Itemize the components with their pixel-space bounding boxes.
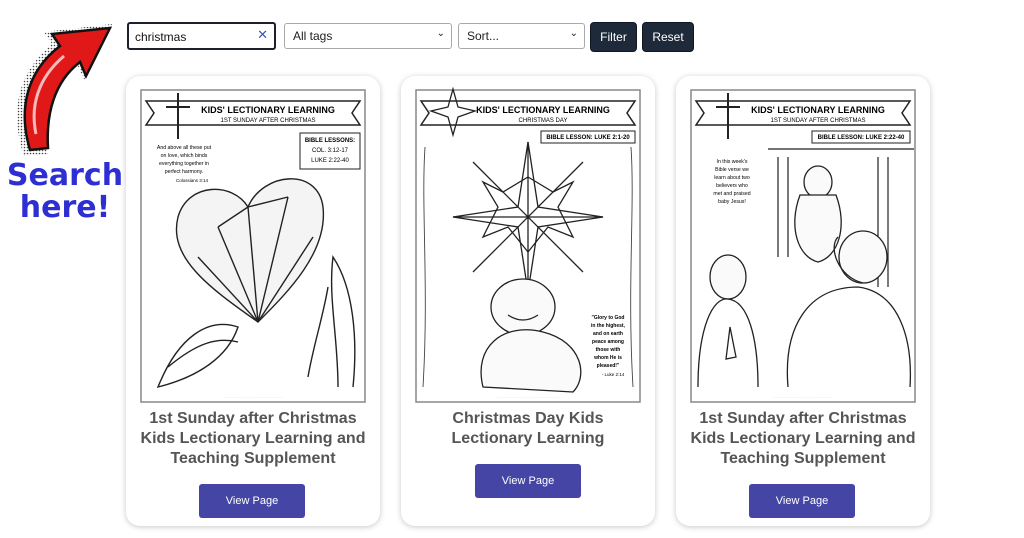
svg-text:. . . . . . . . . . . . . . .: . . . . . . . . . . . . . . . . . . . . … — [773, 395, 834, 399]
verse-line: peace among — [592, 339, 624, 345]
banner-subtitle: CHRISTMAS DAY — [519, 118, 568, 124]
verse-line: on love, which binds — [161, 153, 208, 159]
card-title-line: Teaching Supplement — [720, 450, 886, 467]
coloring-page-thumbnail[interactable]: KIDS' LECTIONARY LEARNING 1ST SUNDAY AFT… — [688, 87, 918, 405]
sort-select[interactable]: Sort... ⌄ — [458, 23, 585, 49]
verse-line: "Glory to God — [592, 315, 625, 321]
sort-select-value: Sort... — [467, 29, 500, 43]
resource-card: KIDS' LECTIONARY LEARNING 1ST SUNDAY AFT… — [126, 76, 380, 526]
resource-card: KIDS' LECTIONARY LEARNING CHRISTMAS DAY … — [401, 76, 655, 526]
search-box[interactable]: ✕ — [127, 22, 276, 50]
filter-button[interactable]: Filter — [590, 22, 637, 52]
verse-line: believers who — [716, 183, 748, 189]
coloring-page-thumbnail[interactable]: KIDS' LECTIONARY LEARNING CHRISTMAS DAY … — [413, 87, 643, 405]
verse-line: In this week's — [717, 159, 748, 165]
verse-line: Bible verse we — [715, 167, 749, 173]
view-page-button[interactable]: View Page — [199, 484, 305, 518]
chevron-down-icon: ⌄ — [569, 28, 578, 39]
lesson-header: BIBLE LESSON: LUKE 2:1-20 — [546, 135, 630, 141]
search-here-annotation: Search here! — [6, 160, 124, 224]
banner-subtitle: 1ST SUNDAY AFTER CHRISTMAS — [770, 118, 865, 124]
annotation-line-1: Search — [6, 158, 124, 193]
card-title-line: Kids Lectionary Learning and — [690, 430, 916, 447]
banner-title: KIDS' LECTIONARY LEARNING — [201, 105, 335, 115]
view-page-button[interactable]: View Page — [475, 464, 581, 498]
verse-line: pleased!" — [597, 363, 620, 369]
banner-title: KIDS' LECTIONARY LEARNING — [751, 105, 885, 115]
verse-line: perfect harmony. — [165, 169, 204, 175]
card-title[interactable]: 1st Sunday after Christmas Kids Lectiona… — [132, 409, 374, 469]
card-title-line: Christmas Day Kids — [452, 410, 604, 427]
coloring-page-thumbnail[interactable]: KIDS' LECTIONARY LEARNING 1ST SUNDAY AFT… — [138, 87, 368, 405]
card-title[interactable]: Christmas Day Kids Lectionary Learning — [407, 409, 649, 449]
reset-button[interactable]: Reset — [642, 22, 694, 52]
annotation-line-2: here! — [19, 190, 111, 225]
tags-select-value: All tags — [293, 29, 333, 43]
verse-line: those with — [596, 347, 621, 353]
verse-ref: Colossians 3:14 — [176, 178, 209, 183]
card-title-line: Teaching Supplement — [170, 450, 336, 467]
search-input[interactable] — [133, 27, 259, 47]
tags-select[interactable]: All tags ⌄ — [284, 23, 452, 49]
verse-line: learn about two — [714, 175, 750, 181]
card-title-line: Lectionary Learning — [451, 430, 605, 447]
view-page-button[interactable]: View Page — [749, 484, 855, 518]
card-title-line: 1st Sunday after Christmas — [149, 410, 357, 427]
verse-line: met and praised — [713, 191, 750, 197]
card-title-line: Kids Lectionary Learning and — [140, 430, 366, 447]
svg-text:. . . . . . . . . . . . . . .: . . . . . . . . . . . . . . . . . . . . … — [498, 395, 559, 399]
verse-line: in the highest, — [591, 323, 626, 329]
lesson-header: BIBLE LESSONS: — [305, 138, 355, 144]
verse-line: whom He is — [593, 355, 622, 361]
verse-line: And above all these put — [157, 145, 212, 151]
red-arrow-icon — [17, 24, 113, 156]
lesson-ref: COL. 3:12-17 — [312, 148, 349, 154]
star-illustration — [452, 141, 604, 293]
verse-ref: - Luke 2:14 — [602, 372, 625, 377]
close-icon[interactable]: ✕ — [257, 28, 268, 43]
chevron-down-icon: ⌄ — [436, 28, 445, 39]
card-title-line: 1st Sunday after Christmas — [699, 410, 907, 427]
lesson-ref: LUKE 2:22-40 — [311, 158, 349, 164]
svg-text:. . . . . . . . . . . . . . .: . . . . . . . . . . . . . . . . . . . . … — [223, 395, 284, 399]
card-title[interactable]: 1st Sunday after Christmas Kids Lectiona… — [682, 409, 924, 469]
banner-title: KIDS' LECTIONARY LEARNING — [476, 105, 610, 115]
verse-line: and on earth — [593, 331, 623, 337]
banner-subtitle: 1ST SUNDAY AFTER CHRISTMAS — [220, 118, 315, 124]
resource-card: KIDS' LECTIONARY LEARNING 1ST SUNDAY AFT… — [676, 76, 930, 526]
verse-line: everything together in — [159, 161, 209, 167]
verse-line: baby Jesus! — [718, 199, 746, 205]
lesson-header: BIBLE LESSON: LUKE 2:22-40 — [818, 135, 905, 141]
